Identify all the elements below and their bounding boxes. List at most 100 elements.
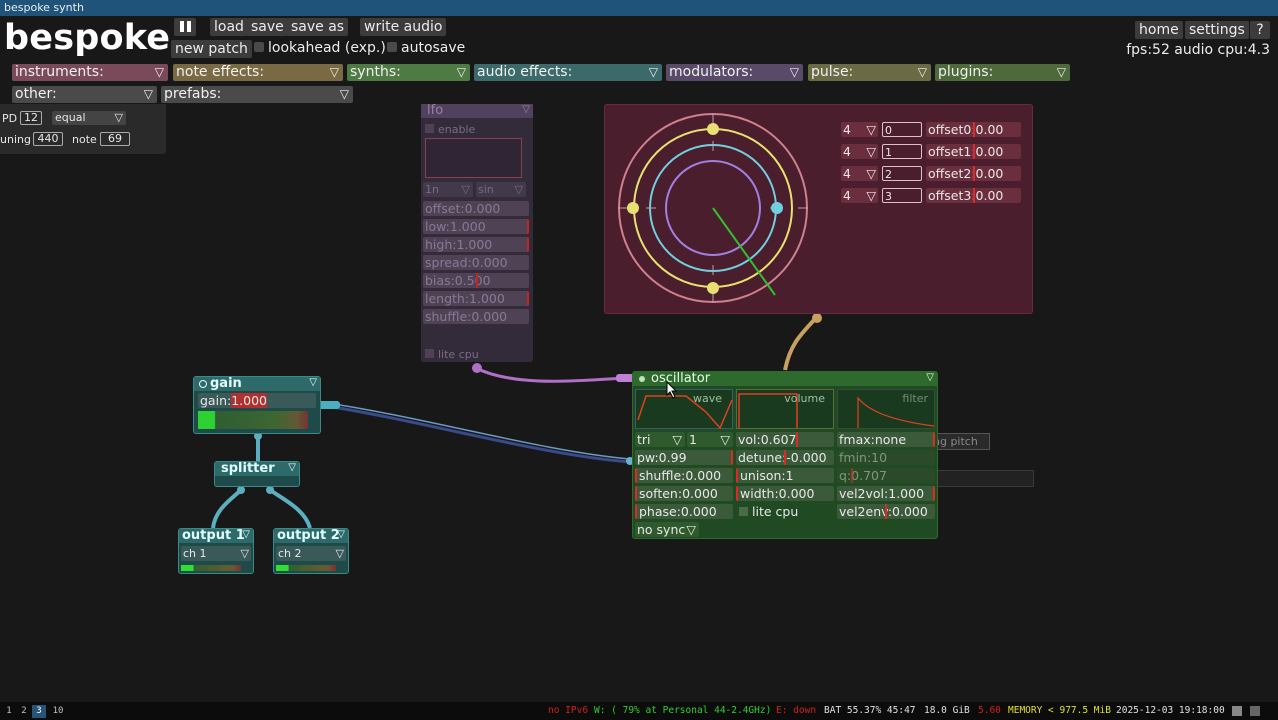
tray-icon-2[interactable]	[1250, 706, 1260, 716]
poly-offset-slider[interactable]: offset1:0.00	[926, 144, 1021, 159]
lfo-shape-dropdown[interactable]: sin ▽	[476, 182, 526, 197]
poly-num-field[interactable]: 3	[882, 188, 922, 203]
poly-offset-slider[interactable]: offset2:0.00	[926, 166, 1021, 181]
polyrhythm-circles[interactable]	[613, 113, 813, 313]
splitter-jack-2	[266, 486, 274, 494]
output2-ch-value: 2	[294, 547, 302, 560]
lfo-display	[425, 138, 522, 178]
pw-slider[interactable]: pw:0.99	[635, 450, 733, 465]
oscillator-title[interactable]: oscillator	[633, 372, 937, 386]
chevron-down-icon: ▽	[672, 432, 682, 447]
poly-num-field[interactable]: 0	[882, 122, 922, 137]
gain-label: gain:	[200, 393, 232, 408]
lfo-interval-dropdown[interactable]: 1n ▽	[423, 182, 473, 197]
output1-channel-dropdown[interactable]: ch 1 ▽	[181, 546, 251, 561]
wave-display[interactable]: wave	[635, 389, 733, 430]
lfo-output-jack[interactable]	[472, 363, 482, 373]
vel2vol-value: vel2vol:1.000	[839, 486, 925, 501]
tray-icon[interactable]	[1232, 706, 1242, 716]
chevron-down-icon[interactable]: ▽	[309, 377, 317, 388]
chevron-down-icon: ▽	[866, 122, 876, 137]
osc-to-gain-cable-highlight	[319, 401, 631, 460]
shuffle-slider[interactable]: shuffle:0.000	[635, 468, 733, 483]
lfo-offset-slider[interactable]: offset:0.000	[423, 201, 529, 216]
polyrhythm-module: 4 ▽ 0 offset0:0.00 4 ▽ 1 offset1:0.00 4 ▽ 2…	[604, 104, 1033, 314]
lfo-low-slider[interactable]: low:1.000	[423, 219, 529, 234]
lfo-bias-slider[interactable]: bias:0.500	[423, 273, 529, 288]
width-value: width:0.000	[740, 486, 815, 501]
poly-steps-dropdown[interactable]: 4 ▽	[841, 144, 878, 159]
poly-steps-value: 4	[843, 188, 851, 203]
pulse-dot-left	[627, 202, 639, 214]
mult-dropdown[interactable]: 1 ▽	[687, 432, 733, 447]
poly-steps-dropdown[interactable]: 4 ▽	[841, 166, 878, 181]
gain-input-jack[interactable]	[318, 401, 340, 409]
chevron-down-icon[interactable]: ▽	[288, 462, 296, 473]
pulse-jack[interactable]	[812, 313, 822, 323]
detune-value: detune:-0.000	[738, 450, 827, 465]
unison-slider[interactable]: unison:1	[736, 468, 834, 483]
phase-slider[interactable]: phase:0.000	[635, 504, 733, 519]
chevron-down-icon[interactable]: ▽	[242, 529, 250, 540]
gain-title[interactable]: gain	[194, 377, 320, 391]
lfo-interval-value: 1n	[425, 183, 439, 196]
chevron-down-icon: ▽	[240, 547, 249, 560]
filter-env-display[interactable]: filter	[837, 389, 935, 429]
chevron-down-icon[interactable]: ▽	[926, 372, 934, 383]
lfo-spread-slider[interactable]: spread:0.000	[423, 255, 529, 270]
fmax-slider[interactable]: fmax:none	[837, 432, 935, 447]
splitter-out1-cable[interactable]	[211, 488, 243, 529]
lfo-high-slider[interactable]: high:1.000	[423, 237, 529, 252]
splitter-out2-cable[interactable]	[268, 488, 312, 529]
poly-steps-dropdown[interactable]: 4 ▽	[841, 188, 878, 203]
lfo-shape-value: sin	[478, 183, 494, 196]
poly-offset-slider[interactable]: offset3:0.00	[926, 188, 1021, 203]
soften-slider[interactable]: soften:0.000	[635, 486, 733, 501]
output2-channel-dropdown[interactable]: ch 2 ▽	[276, 546, 346, 561]
detune-slider[interactable]: detune:-0.000	[736, 450, 834, 465]
gain-slider[interactable]: gain:1.000	[198, 393, 316, 408]
chevron-down-icon[interactable]: ▽	[337, 529, 345, 540]
volume-env-display[interactable]: volume	[736, 389, 834, 429]
enable-toggle-icon[interactable]	[199, 380, 207, 388]
pulse-cable[interactable]	[783, 316, 818, 371]
workspace-10[interactable]: 10	[48, 705, 68, 718]
lfo-shuffle-slider[interactable]: shuffle:0.000	[423, 309, 529, 324]
fmin-slider[interactable]: fmin:10	[837, 450, 935, 465]
lite-cpu-checkbox[interactable]: lite cpu	[739, 504, 798, 519]
sync-dropdown[interactable]: no sync ▽	[635, 522, 699, 537]
poly-num-field[interactable]: 2	[882, 166, 922, 181]
lfo-enable-label: enable	[438, 123, 476, 136]
workspace-2[interactable]: 2	[17, 705, 31, 718]
workspace-1[interactable]: 1	[2, 705, 16, 718]
enable-toggle-icon[interactable]	[639, 376, 645, 382]
vel2vol-slider[interactable]: vel2vol:1.000	[837, 486, 935, 501]
ghost-pitch-field: ng pitch	[930, 433, 990, 450]
chevron-down-icon: ▽	[335, 547, 344, 560]
splitter-title[interactable]: splitter	[215, 462, 299, 476]
vol-slider[interactable]: vol:0.607	[736, 432, 834, 447]
lfo-title[interactable]: lfo	[421, 104, 533, 118]
poly-row-3: 4 ▽ 3 offset3:0.00	[841, 187, 1021, 205]
soften-value: soften:0.000	[639, 486, 718, 501]
poly-offset-value: offset1:0.00	[928, 144, 1004, 159]
poly-offset-value: offset2:0.00	[928, 166, 1004, 181]
chevron-down-icon: ▽	[720, 432, 730, 447]
output2-module: output 2 ▽ ch 2 ▽	[273, 528, 349, 574]
width-slider[interactable]: width:0.000	[736, 486, 834, 501]
vol-value: vol:0.607	[738, 432, 797, 447]
q-slider[interactable]: q:0.707	[837, 468, 935, 483]
waveform-dropdown[interactable]: tri ▽	[635, 432, 685, 447]
chevron-down-icon[interactable]: ▽	[522, 104, 530, 115]
lfo-enable-checkbox[interactable]: enable	[425, 123, 475, 136]
battery-status: BAT 55.37% 45:47	[824, 705, 916, 716]
lfo-length-slider[interactable]: length:1.000	[423, 291, 529, 306]
poly-steps-dropdown[interactable]: 4 ▽	[841, 122, 878, 137]
workspace-3[interactable]: 3	[32, 705, 46, 718]
poly-offset-slider[interactable]: offset0:0.00	[926, 122, 1021, 137]
poly-offset-value: offset3:0.00	[928, 188, 1004, 203]
lfo-cable[interactable]	[475, 366, 631, 383]
vel2env-slider[interactable]: vel2env:0.000	[837, 504, 935, 519]
poly-num-field[interactable]: 1	[882, 144, 922, 159]
lfo-lite-cpu-checkbox[interactable]: lite cpu	[425, 348, 479, 361]
